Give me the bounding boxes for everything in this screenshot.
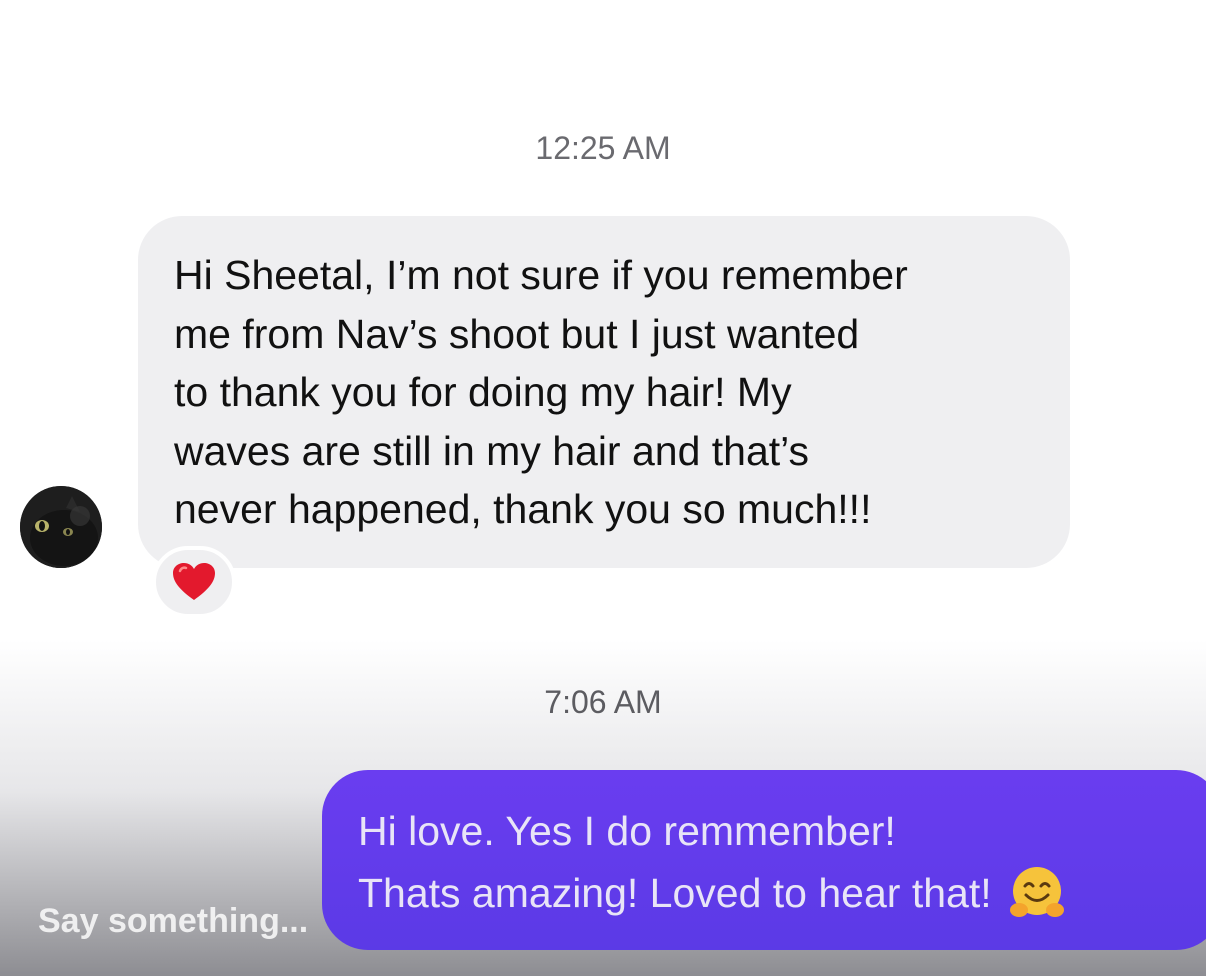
incoming-message-bubble[interactable]: Hi Sheetal, I’m not sure if you remember…: [138, 216, 1070, 568]
outgoing-message-text-1: Hi love. Yes I do remmember!: [358, 808, 896, 854]
cat-avatar-image: [20, 486, 102, 568]
timestamp-first: 12:25 AM: [535, 130, 671, 166]
avatar[interactable]: [20, 486, 102, 568]
hugging-face-emoji-icon: [1008, 864, 1066, 922]
outgoing-message-line-1: Hi love. Yes I do remmember!: [358, 800, 1186, 862]
message-reaction[interactable]: [152, 546, 236, 618]
message-input-placeholder[interactable]: Say something...: [38, 902, 308, 941]
red-heart-icon: [173, 563, 215, 600]
timestamp-second: 7:06 AM: [544, 684, 662, 720]
incoming-message-text: Hi Sheetal, I’m not sure if you remember…: [174, 252, 908, 532]
outgoing-message-line-2: Thats amazing! Loved to hear that!: [358, 862, 1186, 924]
outgoing-message-text-2: Thats amazing! Loved to hear that!: [358, 870, 992, 916]
outgoing-message-bubble[interactable]: Hi love. Yes I do remmember! Thats amazi…: [322, 770, 1206, 950]
